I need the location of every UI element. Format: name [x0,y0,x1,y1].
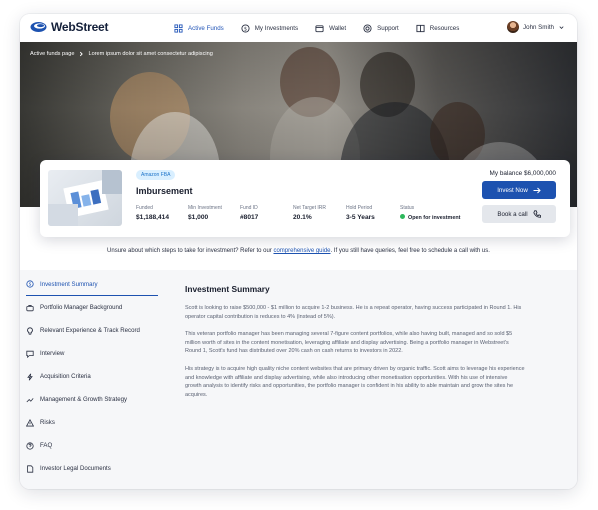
stat-label: Min Investment [188,205,222,211]
nav-item-label: My Investments [254,24,299,32]
section-heading: Investment Summary [185,284,270,294]
nav-item-support[interactable]: Support [363,23,399,33]
help-text-after: . If you still have queries, feel free t… [330,248,490,254]
briefcase-icon [26,304,34,311]
stat-value: #8017 [240,214,259,221]
stat-label: Status [400,205,415,211]
nav-item-label: Wallet [329,24,347,32]
stat-value: $1,188,414 [136,214,170,221]
sidebar-item-label: Acquisition Criteria [40,373,91,380]
wallet-icon [315,24,324,32]
dollar-circle-icon: $ [241,23,250,33]
summary-paragraph: His strategy is to acquire high quality … [185,365,525,398]
user-menu[interactable]: John Smith [507,21,565,33]
stat-value: 3-5 Years [346,214,375,221]
question-icon [26,441,34,450]
sidebar-item-label: Relevant Experience & Track Record [40,327,140,334]
help-text-before: Unsure about which steps to take for inv… [107,248,274,254]
status-text: Open for investment [408,215,461,221]
user-name: John Smith [523,23,554,31]
sidebar-item-faq[interactable]: FAQ [26,434,158,457]
sidebar-item-legal-documents[interactable]: Investor Legal Documents [26,457,158,480]
document-icon [27,464,34,473]
logo-text: WebStreet [51,20,109,34]
chevron-right-icon [80,51,84,57]
section-sidebar: $ Investment Summary Portfolio Manager B… [26,273,158,480]
sidebar-item-label: Risks [40,419,55,426]
book-icon [416,24,425,32]
lifebuoy-icon [363,23,372,33]
sidebar-item-label: Portfolio Manager Background [40,304,123,311]
dollar-circle-icon: $ [26,280,34,288]
invest-now-button[interactable]: Invest Now [482,181,556,199]
book-call-button[interactable]: Book a call [482,205,556,223]
grid-icon [174,23,183,33]
phone-icon [533,210,541,218]
sidebar-item-experience[interactable]: Relevant Experience & Track Record [26,319,158,342]
top-nav: WebStreet Active Funds $ My Investments … [20,14,577,42]
summary-paragraph: This veteran portfolio manager has been … [185,331,513,355]
svg-text:$: $ [244,26,247,32]
sidebar-item-label: Investment Summary [40,280,98,288]
sidebar-item-label: FAQ [40,442,53,449]
bolt-icon [27,373,33,380]
fund-thumbnail [48,170,122,226]
sidebar-item-growth-strategy[interactable]: Management & Growth Strategy [26,388,158,411]
sidebar-item-label: Investor Legal Documents [40,465,111,472]
stat-label: Hold Period [346,205,373,211]
invest-now-label: Invest Now [497,186,528,194]
stat-value: $1,000 [188,214,209,221]
stat-min-investment: Min Investment $1,000 [188,205,222,221]
stat-fund-id: Fund ID #8017 [240,205,258,221]
stat-hold-period: Hold Period 3-5 Years [346,205,375,221]
nav-item-my-investments[interactable]: $ My Investments [241,23,299,33]
status-dot-icon [400,213,405,219]
fund-title: Imbursement [136,186,193,196]
stat-status: Status Open for investment [400,205,460,221]
sidebar-item-investment-summary[interactable]: $ Investment Summary [26,273,158,296]
stat-label: Net Target IRR [293,205,326,211]
category-tag: Amazon FBA [136,170,176,180]
stat-funded: Funded $1,188,414 [136,205,169,221]
comprehensive-guide-link[interactable]: comprehensive guide [273,248,330,254]
nav-item-label: Support [377,24,399,32]
summary-paragraph: Scott is looking to raise $500,000 - $1 … [185,305,522,320]
logo-icon [30,22,47,32]
investment-summary-section: Investment Summary Scott is looking to r… [185,284,525,408]
sidebar-item-portfolio-manager[interactable]: Portfolio Manager Background [26,296,158,319]
arrow-right-icon [533,187,541,193]
warning-icon [26,418,34,426]
lightbulb-icon [27,326,33,335]
breadcrumb-current: Lorem ipsum dolor sit amet consectetur a… [88,51,213,57]
nav-item-active-funds[interactable]: Active Funds [174,23,224,33]
fund-card: Amazon FBA Imbursement Funded $1,188,414… [40,160,570,237]
breadcrumb: Active funds page Lorem ipsum dolor sit … [30,51,213,57]
sidebar-item-label: Interview [40,350,65,357]
trend-icon [26,397,34,402]
help-banner: Unsure about which steps to take for inv… [20,248,577,254]
stat-value: 20.1% [293,214,312,221]
stat-label: Funded [136,205,153,211]
svg-text:$: $ [29,282,32,288]
status-badge: Open for investment [400,213,461,221]
stat-label: Fund ID [240,205,258,211]
book-call-label: Book a call [497,210,528,218]
avatar [507,21,520,33]
nav-item-resources[interactable]: Resources [416,24,460,33]
sidebar-item-interview[interactable]: Interview [26,342,158,365]
nav-item-wallet[interactable]: Wallet [315,24,346,33]
breadcrumb-parent[interactable]: Active funds page [30,51,74,57]
sidebar-item-label: Management & Growth Strategy [40,396,128,403]
logo[interactable]: WebStreet [30,20,109,34]
sidebar-item-acquisition[interactable]: Acquisition Criteria [26,365,158,388]
nav-menu: Active Funds $ My Investments Wallet Sup… [174,14,476,42]
stat-net-target-irr: Net Target IRR 20.1% [293,205,326,221]
chevron-down-icon [559,25,564,29]
nav-item-label: Active Funds [188,24,224,32]
balance-text: My balance $6,000,000 [489,170,556,177]
sidebar-item-risks[interactable]: Risks [26,411,158,434]
chat-icon [26,350,34,358]
nav-item-label: Resources [429,24,460,32]
